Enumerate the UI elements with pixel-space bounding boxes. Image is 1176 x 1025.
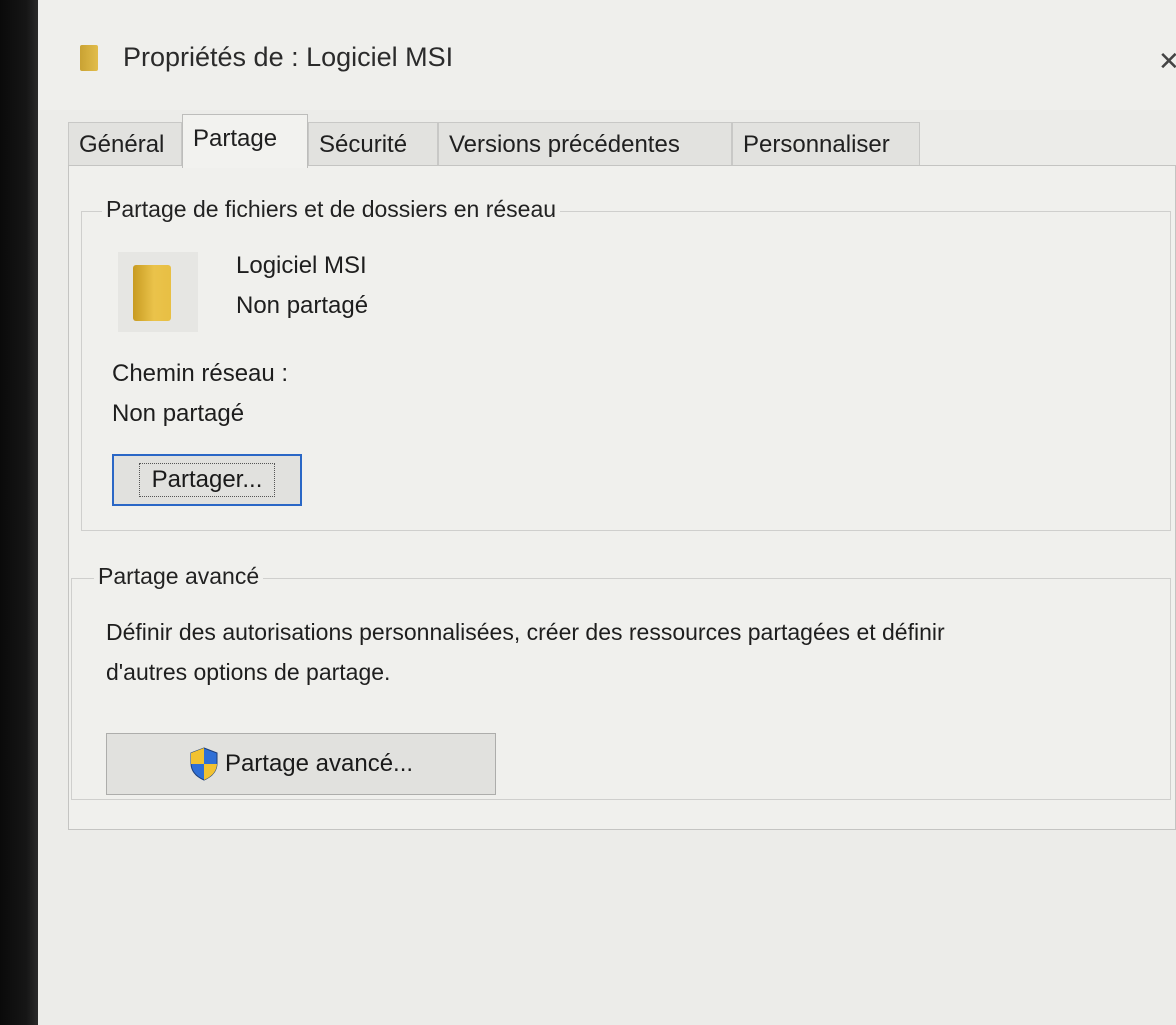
advanced-sharing-legend: Partage avancé [94,563,264,590]
tab-general[interactable]: Général [68,122,182,166]
tab-versions-precedentes[interactable]: Versions précédentes [438,122,732,166]
shield-icon [189,747,219,781]
network-path-value: Non partagé [112,400,245,427]
advanced-sharing-description-line2: d'autres options de partage. [106,659,391,685]
network-path-label: Chemin réseau : [112,360,289,387]
title-bar: Propriétés de : Logiciel MSI ✕ [38,0,1176,110]
advanced-sharing-group: Partage avancé Définir des autorisations… [71,563,1171,800]
monitor-bezel [0,0,38,1025]
advanced-sharing-button-label: Partage avancé... [224,750,414,777]
tab-personnaliser[interactable]: Personnaliser [732,122,920,166]
folder-icon [80,45,98,71]
screen: Propriétés de : Logiciel MSI ✕ Général P… [0,0,1176,1025]
folder-name: Logiciel MSI [236,252,367,279]
tab-securite[interactable]: Sécurité [308,122,438,166]
window-title: Propriétés de : Logiciel MSI [123,42,454,72]
advanced-sharing-button[interactable]: Partage avancé... [106,733,496,795]
folder-share-status: Non partagé [236,292,369,319]
share-button-label: Partager... [138,463,276,497]
tab-strip: Général Partage Sécurité Versions précéd… [68,112,1176,168]
network-sharing-group: Partage de fichiers et de dossiers en ré… [81,196,1171,531]
share-button[interactable]: Partager... [112,454,302,506]
tab-partage[interactable]: Partage [182,114,308,168]
network-sharing-legend: Partage de fichiers et de dossiers en ré… [102,196,561,223]
close-icon[interactable]: ✕ [1158,48,1176,74]
properties-dialog: Propriétés de : Logiciel MSI ✕ Général P… [38,0,1176,1025]
folder-icon [118,252,198,332]
advanced-sharing-description-line1: Définir des autorisations personnalisées… [106,619,945,645]
tab-panel-partage: Partage de fichiers et de dossiers en ré… [68,165,1176,830]
